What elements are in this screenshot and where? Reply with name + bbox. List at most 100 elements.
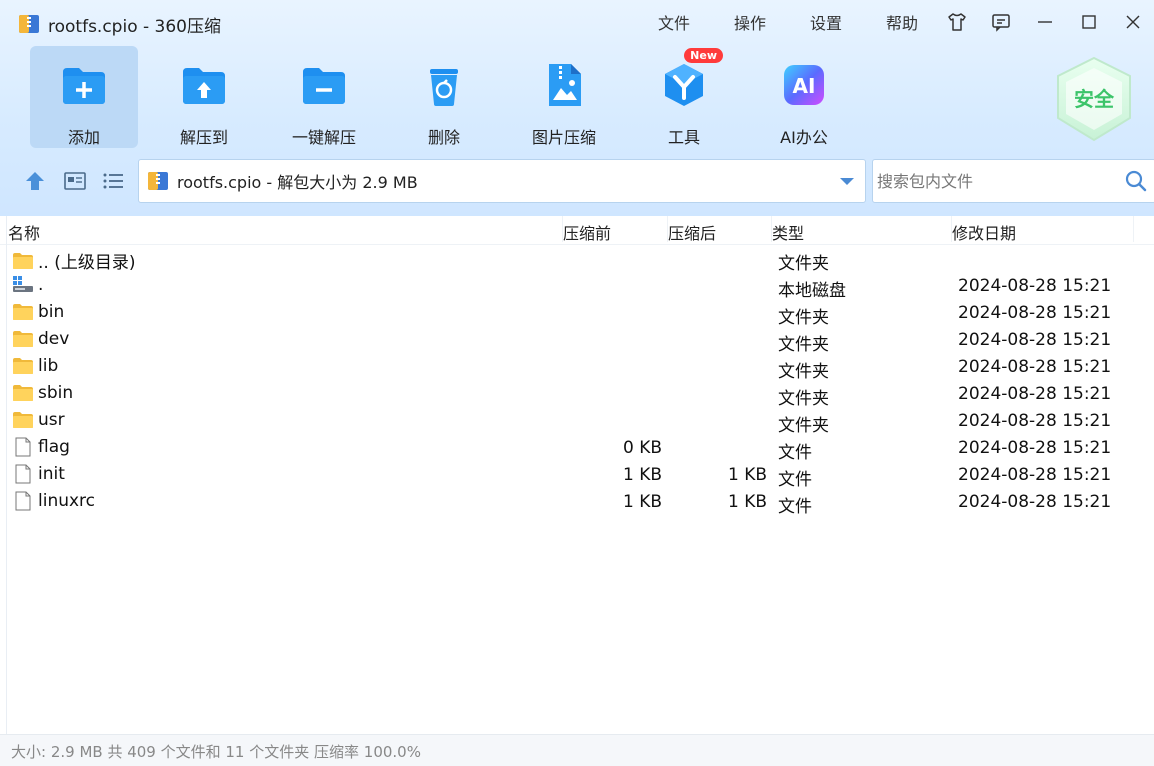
table-row[interactable]: .. (上级目录) 文件夹	[0, 246, 1154, 274]
file-list: .. (上级目录) 文件夹 . 本地磁盘 2024-08-28 15:21 bi…	[0, 246, 1154, 517]
column-header: 名称 压缩前 压缩后 类型 修改日期	[0, 216, 1154, 245]
menu-bar: 文件 操作 设置 帮助	[658, 10, 918, 34]
list-view-button[interactable]	[100, 169, 126, 193]
row-date: 2024-08-28 15:21	[958, 384, 1112, 404]
row-name: linuxrc	[38, 491, 96, 511]
thumbnail-view-icon	[64, 172, 86, 190]
column-date[interactable]: 修改日期	[952, 220, 1016, 244]
minimize-button[interactable]	[1032, 10, 1058, 34]
folder-icon	[13, 412, 33, 428]
new-badge: New	[684, 48, 723, 63]
row-type: 文件夹	[778, 308, 829, 328]
delete-button[interactable]: 删除	[390, 46, 498, 148]
column-after[interactable]: 压缩后	[668, 220, 716, 244]
search-input[interactable]	[875, 170, 1119, 192]
row-before: 1 KB	[622, 492, 662, 512]
table-row[interactable]: usr 文件夹 2024-08-28 15:21	[0, 408, 1154, 436]
row-date: 2024-08-28 15:21	[958, 330, 1112, 350]
row-after: 1 KB	[727, 465, 767, 485]
image-compress-label: 图片压缩	[531, 128, 596, 147]
row-name-cell: .	[12, 275, 43, 295]
extract-to-label: 解压到	[179, 128, 228, 147]
maximize-icon	[1082, 15, 1096, 29]
menu-operate[interactable]: 操作	[734, 10, 766, 34]
column-divider[interactable]	[1133, 216, 1134, 242]
column-type[interactable]: 类型	[772, 220, 804, 244]
image-compress-button[interactable]: 图片压缩	[510, 46, 618, 148]
minimize-icon	[1038, 21, 1052, 23]
row-name: usr	[38, 410, 65, 430]
ai-office-label: AI办公	[780, 128, 828, 147]
delete-icon	[430, 69, 458, 106]
row-date: 2024-08-28 15:21	[958, 438, 1112, 458]
address-row: rootfs.cpio - 解包大小为 2.9 MB	[0, 158, 1154, 204]
row-type: 文件	[778, 470, 812, 490]
feedback-button[interactable]	[988, 10, 1014, 34]
row-name-cell: bin	[12, 302, 64, 322]
column-before[interactable]: 压缩前	[563, 220, 611, 244]
menu-help[interactable]: 帮助	[886, 10, 918, 34]
maximize-button[interactable]	[1076, 10, 1102, 34]
one-click-extract-button[interactable]: 一键解压	[270, 46, 378, 148]
row-type: 文件	[778, 497, 812, 517]
folder-icon	[13, 385, 33, 401]
row-date: 2024-08-28 15:21	[958, 357, 1112, 377]
menu-settings[interactable]: 设置	[810, 10, 842, 34]
column-name[interactable]: 名称	[8, 220, 40, 244]
table-row[interactable]: init 1 KB 1 KB 文件 2024-08-28 15:21	[0, 462, 1154, 490]
extract-to-button[interactable]: 解压到	[150, 46, 258, 148]
row-date: 2024-08-28 15:21	[958, 303, 1112, 323]
row-name-cell: sbin	[12, 383, 73, 403]
add-folder-icon	[63, 68, 105, 104]
row-name: lib	[38, 356, 59, 376]
app-window: rootfs.cpio - 360压缩 文件 操作 设置 帮助 添加 解压到 一…	[0, 0, 1154, 766]
chevron-down-icon[interactable]	[839, 173, 855, 189]
row-name-cell: flag	[12, 437, 70, 457]
window-title: rootfs.cpio - 360压缩	[18, 12, 221, 37]
row-name-cell: dev	[12, 329, 69, 349]
security-badge-text: 安全	[1074, 87, 1115, 111]
archive-file-icon	[148, 172, 168, 190]
table-row[interactable]: lib 文件夹 2024-08-28 15:21	[0, 354, 1154, 382]
window-controls	[944, 10, 1146, 34]
status-bar: 大小: 2.9 MB 共 409 个文件和 11 个文件夹 压缩率 100.0%	[0, 734, 1154, 766]
table-row[interactable]: dev 文件夹 2024-08-28 15:21	[0, 327, 1154, 355]
table-row[interactable]: . 本地磁盘 2024-08-28 15:21	[0, 273, 1154, 301]
close-button[interactable]	[1120, 10, 1146, 34]
row-before: 0 KB	[622, 438, 662, 458]
table-row[interactable]: linuxrc 1 KB 1 KB 文件 2024-08-28 15:21	[0, 489, 1154, 517]
folder-icon	[13, 304, 33, 320]
menu-file[interactable]: 文件	[658, 10, 690, 34]
row-type: 本地磁盘	[778, 281, 846, 301]
search-icon[interactable]	[1125, 170, 1147, 192]
address-bar[interactable]: rootfs.cpio - 解包大小为 2.9 MB	[138, 159, 866, 203]
security-shield-icon[interactable]: 安全	[1054, 56, 1134, 142]
up-level-button[interactable]	[22, 169, 48, 193]
address-path: rootfs.cpio - 解包大小为 2.9 MB	[177, 173, 418, 192]
row-name: init	[38, 464, 65, 484]
row-date: 2024-08-28 15:21	[958, 492, 1112, 512]
skin-button[interactable]	[944, 10, 970, 34]
table-row[interactable]: bin 文件夹 2024-08-28 15:21	[0, 300, 1154, 328]
ai-office-button[interactable]: AI AI办公	[750, 46, 858, 148]
thumbnail-view-button[interactable]	[62, 169, 88, 193]
row-type: 文件夹	[778, 335, 829, 355]
extract-to-icon	[183, 68, 225, 104]
add-button[interactable]: 添加	[30, 46, 138, 148]
tools-button[interactable]: New 工具	[630, 46, 738, 148]
row-date: 2024-08-28 15:21	[958, 276, 1112, 296]
status-text: 大小: 2.9 MB 共 409 个文件和 11 个文件夹 压缩率 100.0%	[11, 742, 421, 761]
row-date: 2024-08-28 15:21	[958, 465, 1112, 485]
tools-label: 工具	[667, 128, 700, 147]
tools-icon	[665, 64, 703, 106]
search-box	[872, 159, 1154, 203]
row-name-cell: usr	[12, 410, 65, 430]
row-name-cell: .. (上级目录)	[12, 248, 135, 273]
table-row[interactable]: sbin 文件夹 2024-08-28 15:21	[0, 381, 1154, 409]
svg-text:AI: AI	[793, 74, 816, 98]
row-after: 1 KB	[727, 492, 767, 512]
archive-app-icon	[19, 15, 39, 33]
folder-icon	[13, 331, 33, 347]
table-row[interactable]: flag 0 KB 文件 2024-08-28 15:21	[0, 435, 1154, 463]
folder-icon	[13, 358, 33, 374]
